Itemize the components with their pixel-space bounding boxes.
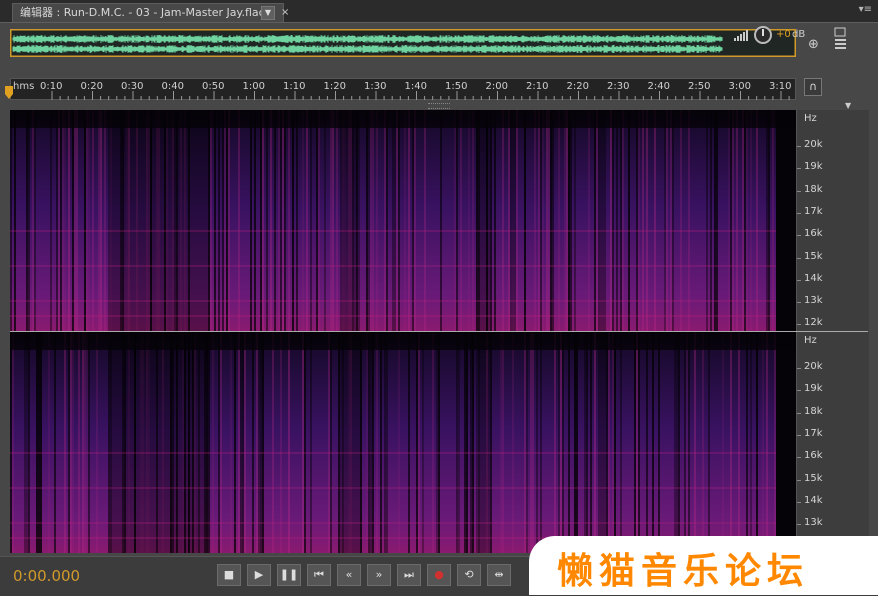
ruler-tick-label: 0:40 <box>161 81 184 92</box>
frequency-tick-label: 16k <box>804 450 823 462</box>
skip-selection-button[interactable]: ⇹ <box>487 564 511 586</box>
ruler-tick-label: 1:00 <box>242 81 265 92</box>
current-time-display[interactable]: 0:00.000 <box>13 567 80 585</box>
ruler-tick-label: 3:10 <box>769 81 792 92</box>
frequency-menu-icon[interactable]: ▼ <box>845 101 851 110</box>
ruler-tick-label: 0:10 <box>40 81 63 92</box>
frequency-tick-label: 20k <box>804 139 823 150</box>
ruler-tick-label: 0:30 <box>121 81 144 92</box>
watermark: 懒猫音乐论坛 <box>529 536 878 595</box>
spectrogram-channel-left[interactable] <box>10 110 796 331</box>
pause-button[interactable]: ❚❚ <box>277 564 301 586</box>
record-button[interactable]: ● <box>427 564 451 586</box>
frequency-tick <box>797 479 801 481</box>
frequency-tick <box>797 324 801 326</box>
level-meter-icon <box>734 30 748 41</box>
frequency-tick <box>797 457 801 459</box>
panel-resize-grip[interactable] <box>428 103 450 109</box>
frequency-tick-label: 16k <box>804 228 823 240</box>
frequency-tick <box>797 390 801 392</box>
editor-tab-title: 编辑器 : Run-D.M.C. - 03 - Jam-Master Jay.f… <box>20 6 265 19</box>
ruler-tick-label: 2:30 <box>607 81 630 92</box>
frequency-tick <box>797 146 801 147</box>
frequency-tick-label: 20k <box>804 361 823 372</box>
frequency-tick <box>797 212 801 214</box>
frequency-tick <box>797 257 801 259</box>
ruler-tick-label: 1:20 <box>323 81 346 92</box>
frequency-tick-label: 13k <box>804 517 823 529</box>
zoom-icon[interactable]: ⊕ <box>808 37 819 52</box>
ruler-tick-label: 2:00 <box>485 81 508 92</box>
frequency-tick-label: 17k <box>804 427 823 439</box>
snap-icon[interactable]: ∩ <box>804 78 822 96</box>
ruler-tick-label: 1:30 <box>364 81 387 92</box>
frequency-tick-label: 15k <box>804 472 823 484</box>
overview-waveform[interactable] <box>10 29 796 57</box>
frequency-tick-label: 18k <box>804 183 823 195</box>
frequency-axis-right: Hz 20k 19k 18k 17k 16k 15k 14k 13k <box>796 332 869 553</box>
ruler-tick-label: 2:10 <box>526 81 549 92</box>
frequency-tick-label: 19k <box>804 161 823 173</box>
frequency-tick <box>797 235 801 237</box>
go-to-start-button[interactable]: ⏮ <box>307 564 331 586</box>
ruler-tick-label: 2:40 <box>647 81 670 92</box>
channel-toggle-icon[interactable] <box>832 27 848 51</box>
frequency-tick-label: 18k <box>804 405 823 417</box>
frequency-tick <box>797 168 801 170</box>
frequency-tick-label: 14k <box>804 272 823 284</box>
ruler-tick-label: 0:20 <box>80 81 103 92</box>
frequency-tick <box>797 434 801 436</box>
volume-unit: dB <box>792 29 806 40</box>
panel-menu-icon[interactable]: ▾≡ <box>859 4 872 15</box>
rewind-button[interactable]: « <box>337 564 361 586</box>
spectrogram-channel-right[interactable] <box>10 332 796 553</box>
frequency-unit: Hz <box>804 335 817 346</box>
editor-tab[interactable]: 编辑器 : Run-D.M.C. - 03 - Jam-Master Jay.f… <box>12 3 289 22</box>
frequency-tick <box>797 501 801 503</box>
play-button[interactable]: ▶ <box>247 564 271 586</box>
frequency-tick-label: 14k <box>804 494 823 506</box>
frequency-tick <box>797 302 801 304</box>
frequency-tick <box>797 279 801 281</box>
loop-button[interactable]: ⟲ <box>457 564 481 586</box>
tab-dropdown-icon[interactable]: ▼ <box>261 6 275 20</box>
frequency-tick <box>797 368 801 369</box>
frequency-unit: Hz <box>804 113 817 124</box>
stop-button[interactable]: ■ <box>217 564 241 586</box>
frequency-tick <box>797 190 801 192</box>
ruler-tick-label: 0:50 <box>202 81 225 92</box>
time-ruler[interactable]: hms 0:10 0:20 0:30 0:40 0:50 1:00 1:10 1:20 1:30… <box>10 78 796 100</box>
playhead-marker[interactable] <box>4 86 14 100</box>
fast-forward-button[interactable]: » <box>367 564 391 586</box>
go-to-end-button[interactable]: ⏭ <box>397 564 421 586</box>
frequency-axis-left: Hz 20k 19k 18k 17k 16k 15k 14k 13k 12k <box>796 110 869 331</box>
ruler-tick-label: 3:00 <box>728 81 751 92</box>
ruler-tick-label: 2:50 <box>688 81 711 92</box>
ruler-tick-label: 1:40 <box>404 81 427 92</box>
tab-bar: 编辑器 : Run-D.M.C. - 03 - Jam-Master Jay.f… <box>0 0 878 22</box>
ruler-unit: hms <box>13 81 35 92</box>
ruler-tick-label: 2:20 <box>566 81 589 92</box>
ruler-tick-label: 1:50 <box>445 81 468 92</box>
frequency-tick-label: 13k <box>804 295 823 307</box>
frequency-tick-label: 17k <box>804 205 823 217</box>
volume-value[interactable]: +0 <box>776 29 791 40</box>
ruler-tick-label: 1:10 <box>283 81 306 92</box>
volume-knob[interactable] <box>754 26 772 44</box>
frequency-tick-label: 15k <box>804 250 823 262</box>
frequency-tick-label: 12k <box>804 317 823 329</box>
frequency-tick <box>797 412 801 414</box>
frequency-tick <box>797 524 801 526</box>
close-icon[interactable]: × <box>281 4 289 22</box>
watermark-text: 懒猫音乐论坛 <box>557 551 810 592</box>
frequency-tick-label: 19k <box>804 383 823 395</box>
